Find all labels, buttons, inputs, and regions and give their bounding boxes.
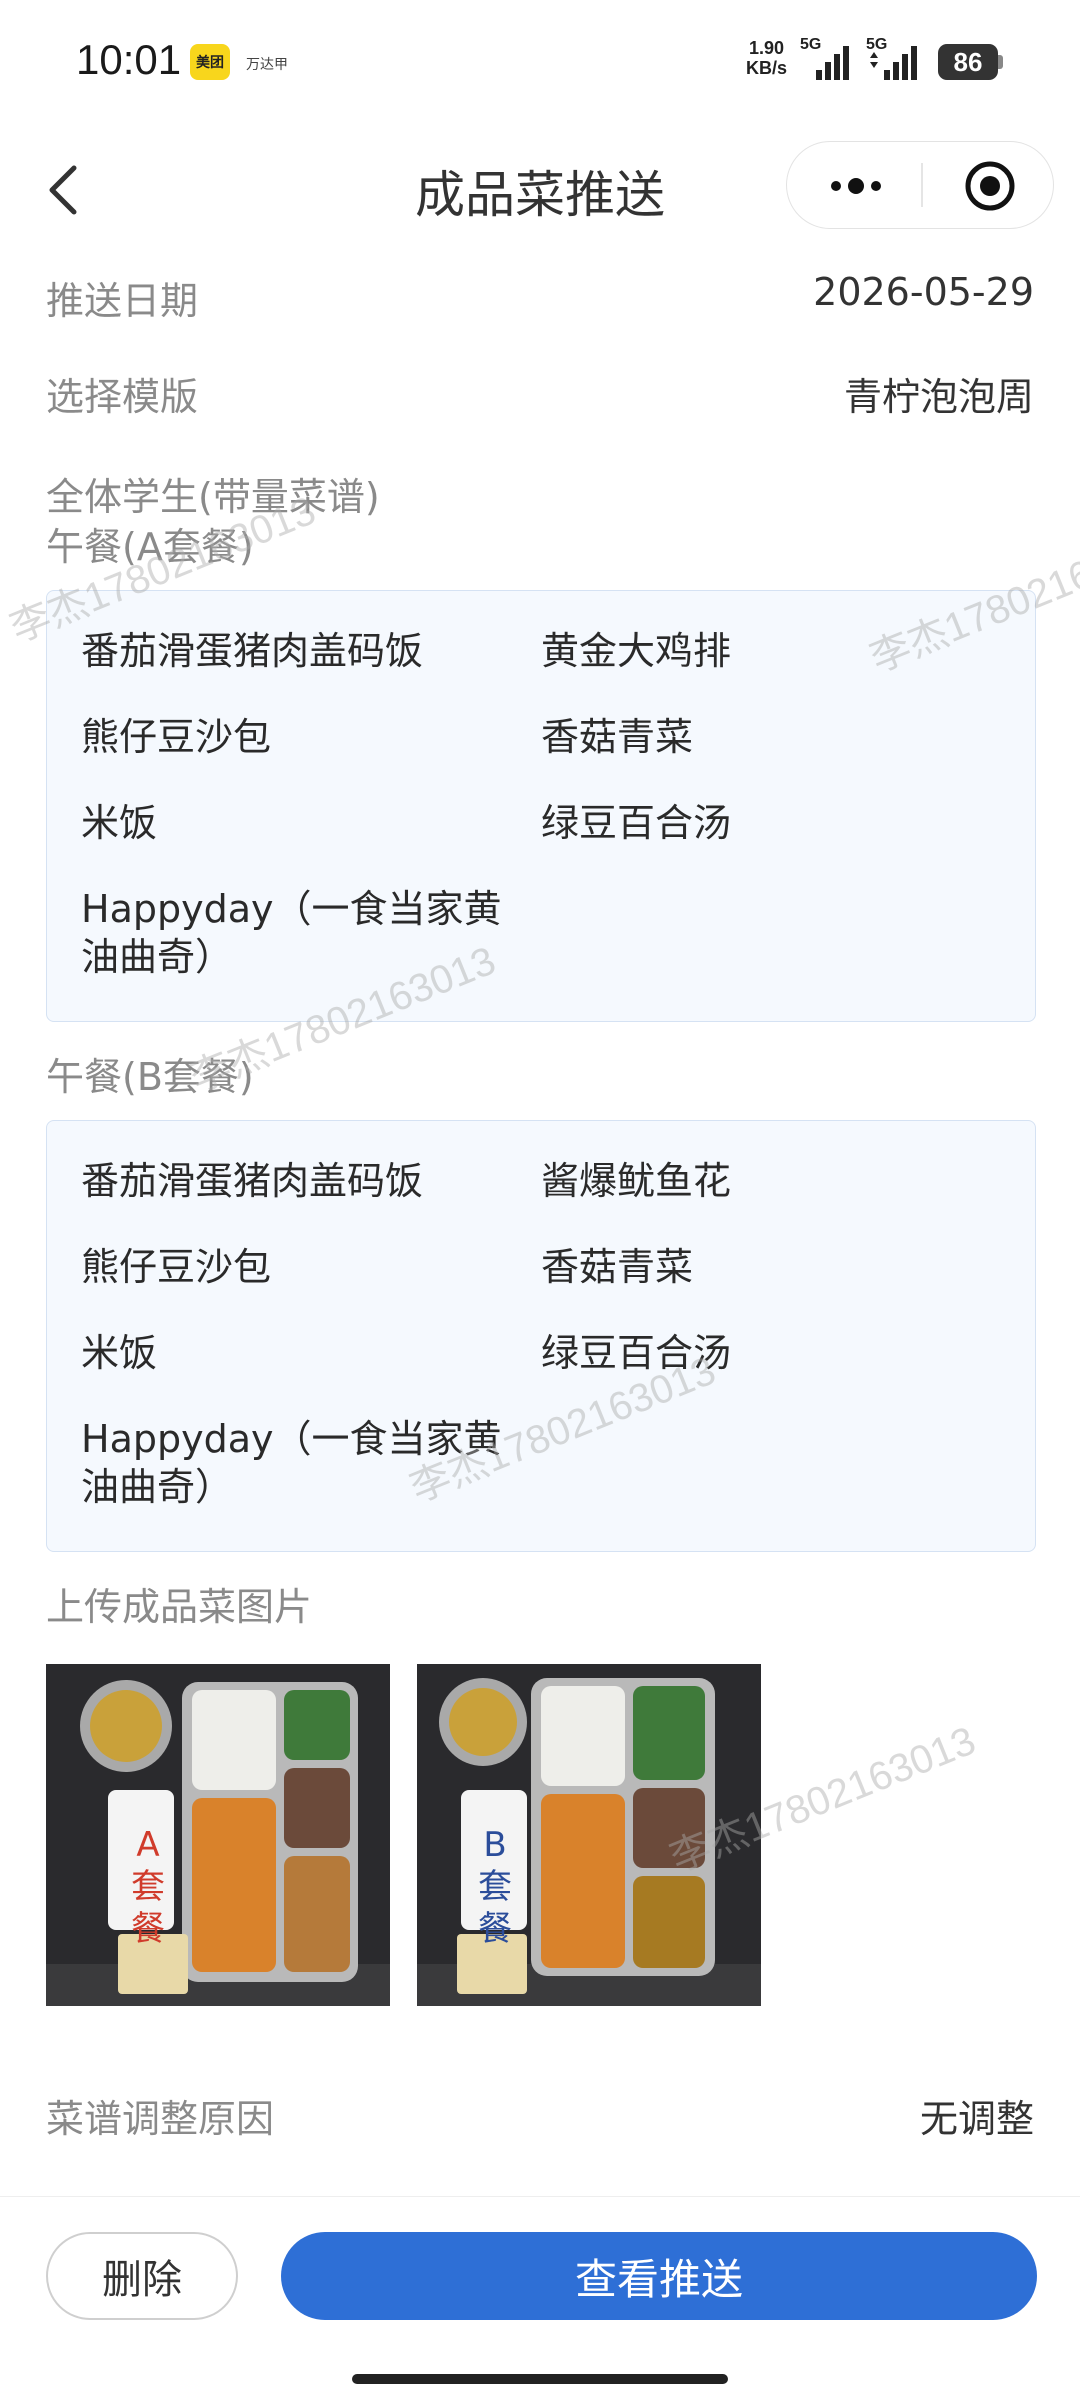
menu-item: 番茄滑蛋猪肉盖码饭	[81, 629, 424, 673]
menu-item: 香菇青菜	[541, 715, 694, 759]
menu-item: 米饭	[81, 801, 158, 845]
battery-icon: 86	[938, 44, 998, 80]
network-speed-value: 1.90	[748, 38, 785, 58]
view-push-button[interactable]: 查看推送	[281, 2232, 1037, 2320]
food-tray-illustration	[46, 1664, 390, 2006]
push-date-value[interactable]: 2026-05-29	[813, 270, 1034, 314]
dish-photo-a[interactable]: A 套 餐	[46, 1664, 390, 2006]
tray-tag-line: 餐	[478, 1909, 512, 1949]
menu-item: 绿豆百合汤	[541, 1331, 732, 1375]
tray-tag-a: A 套 餐	[118, 1824, 178, 1950]
menu-item: 香菇青菜	[541, 1245, 694, 1289]
app-mini-icon: 万达甲	[246, 57, 288, 73]
network-speed: 1.90 KB/s	[746, 38, 787, 78]
status-time: 10:01	[76, 36, 182, 83]
tray-tag-line: B	[483, 1825, 507, 1865]
meituan-app-icon: 美团	[190, 44, 230, 80]
menu-item: 米饭	[81, 1331, 158, 1375]
more-options-icon[interactable]	[826, 176, 886, 196]
capsule-divider	[921, 163, 923, 207]
push-date-label: 推送日期	[46, 279, 199, 323]
upload-photos-label: 上传成品菜图片	[46, 1585, 313, 1629]
close-miniprogram-icon[interactable]	[962, 158, 1018, 214]
home-indicator[interactable]	[352, 2374, 728, 2384]
adjust-reason-label: 菜谱调整原因	[46, 2097, 275, 2141]
tray-tag-line: 套	[478, 1867, 512, 1907]
tray-tag-line: A	[136, 1825, 160, 1865]
tray-tag-b: B 套 餐	[465, 1824, 525, 1950]
template-value[interactable]: 青柠泡泡周	[844, 366, 1034, 421]
delete-button[interactable]: 删除	[46, 2232, 238, 2320]
signal-2-icon	[870, 46, 917, 80]
tray-tag-line: 套	[131, 1867, 165, 1907]
signal-1-icon	[816, 46, 849, 80]
battery-tip	[998, 55, 1003, 69]
menu-item: 熊仔豆沙包	[81, 1245, 272, 1289]
menu-item: 绿豆百合汤	[541, 801, 732, 845]
network-speed-unit: KB/s	[746, 58, 788, 78]
menu-item: 酱爆鱿鱼花	[541, 1159, 732, 1203]
menu-item: 熊仔豆沙包	[81, 715, 272, 759]
menu-b-card: 番茄滑蛋猪肉盖码饭 熊仔豆沙包 米饭 Happyday（一食当家黄油曲奇） 酱爆…	[46, 1120, 1036, 1552]
menu-item: 番茄滑蛋猪肉盖码饭	[81, 1159, 424, 1203]
tray-tag-line: 餐	[131, 1909, 165, 1949]
adjust-reason-value: 无调整	[919, 2097, 1034, 2141]
template-label: 选择模版	[46, 375, 199, 419]
